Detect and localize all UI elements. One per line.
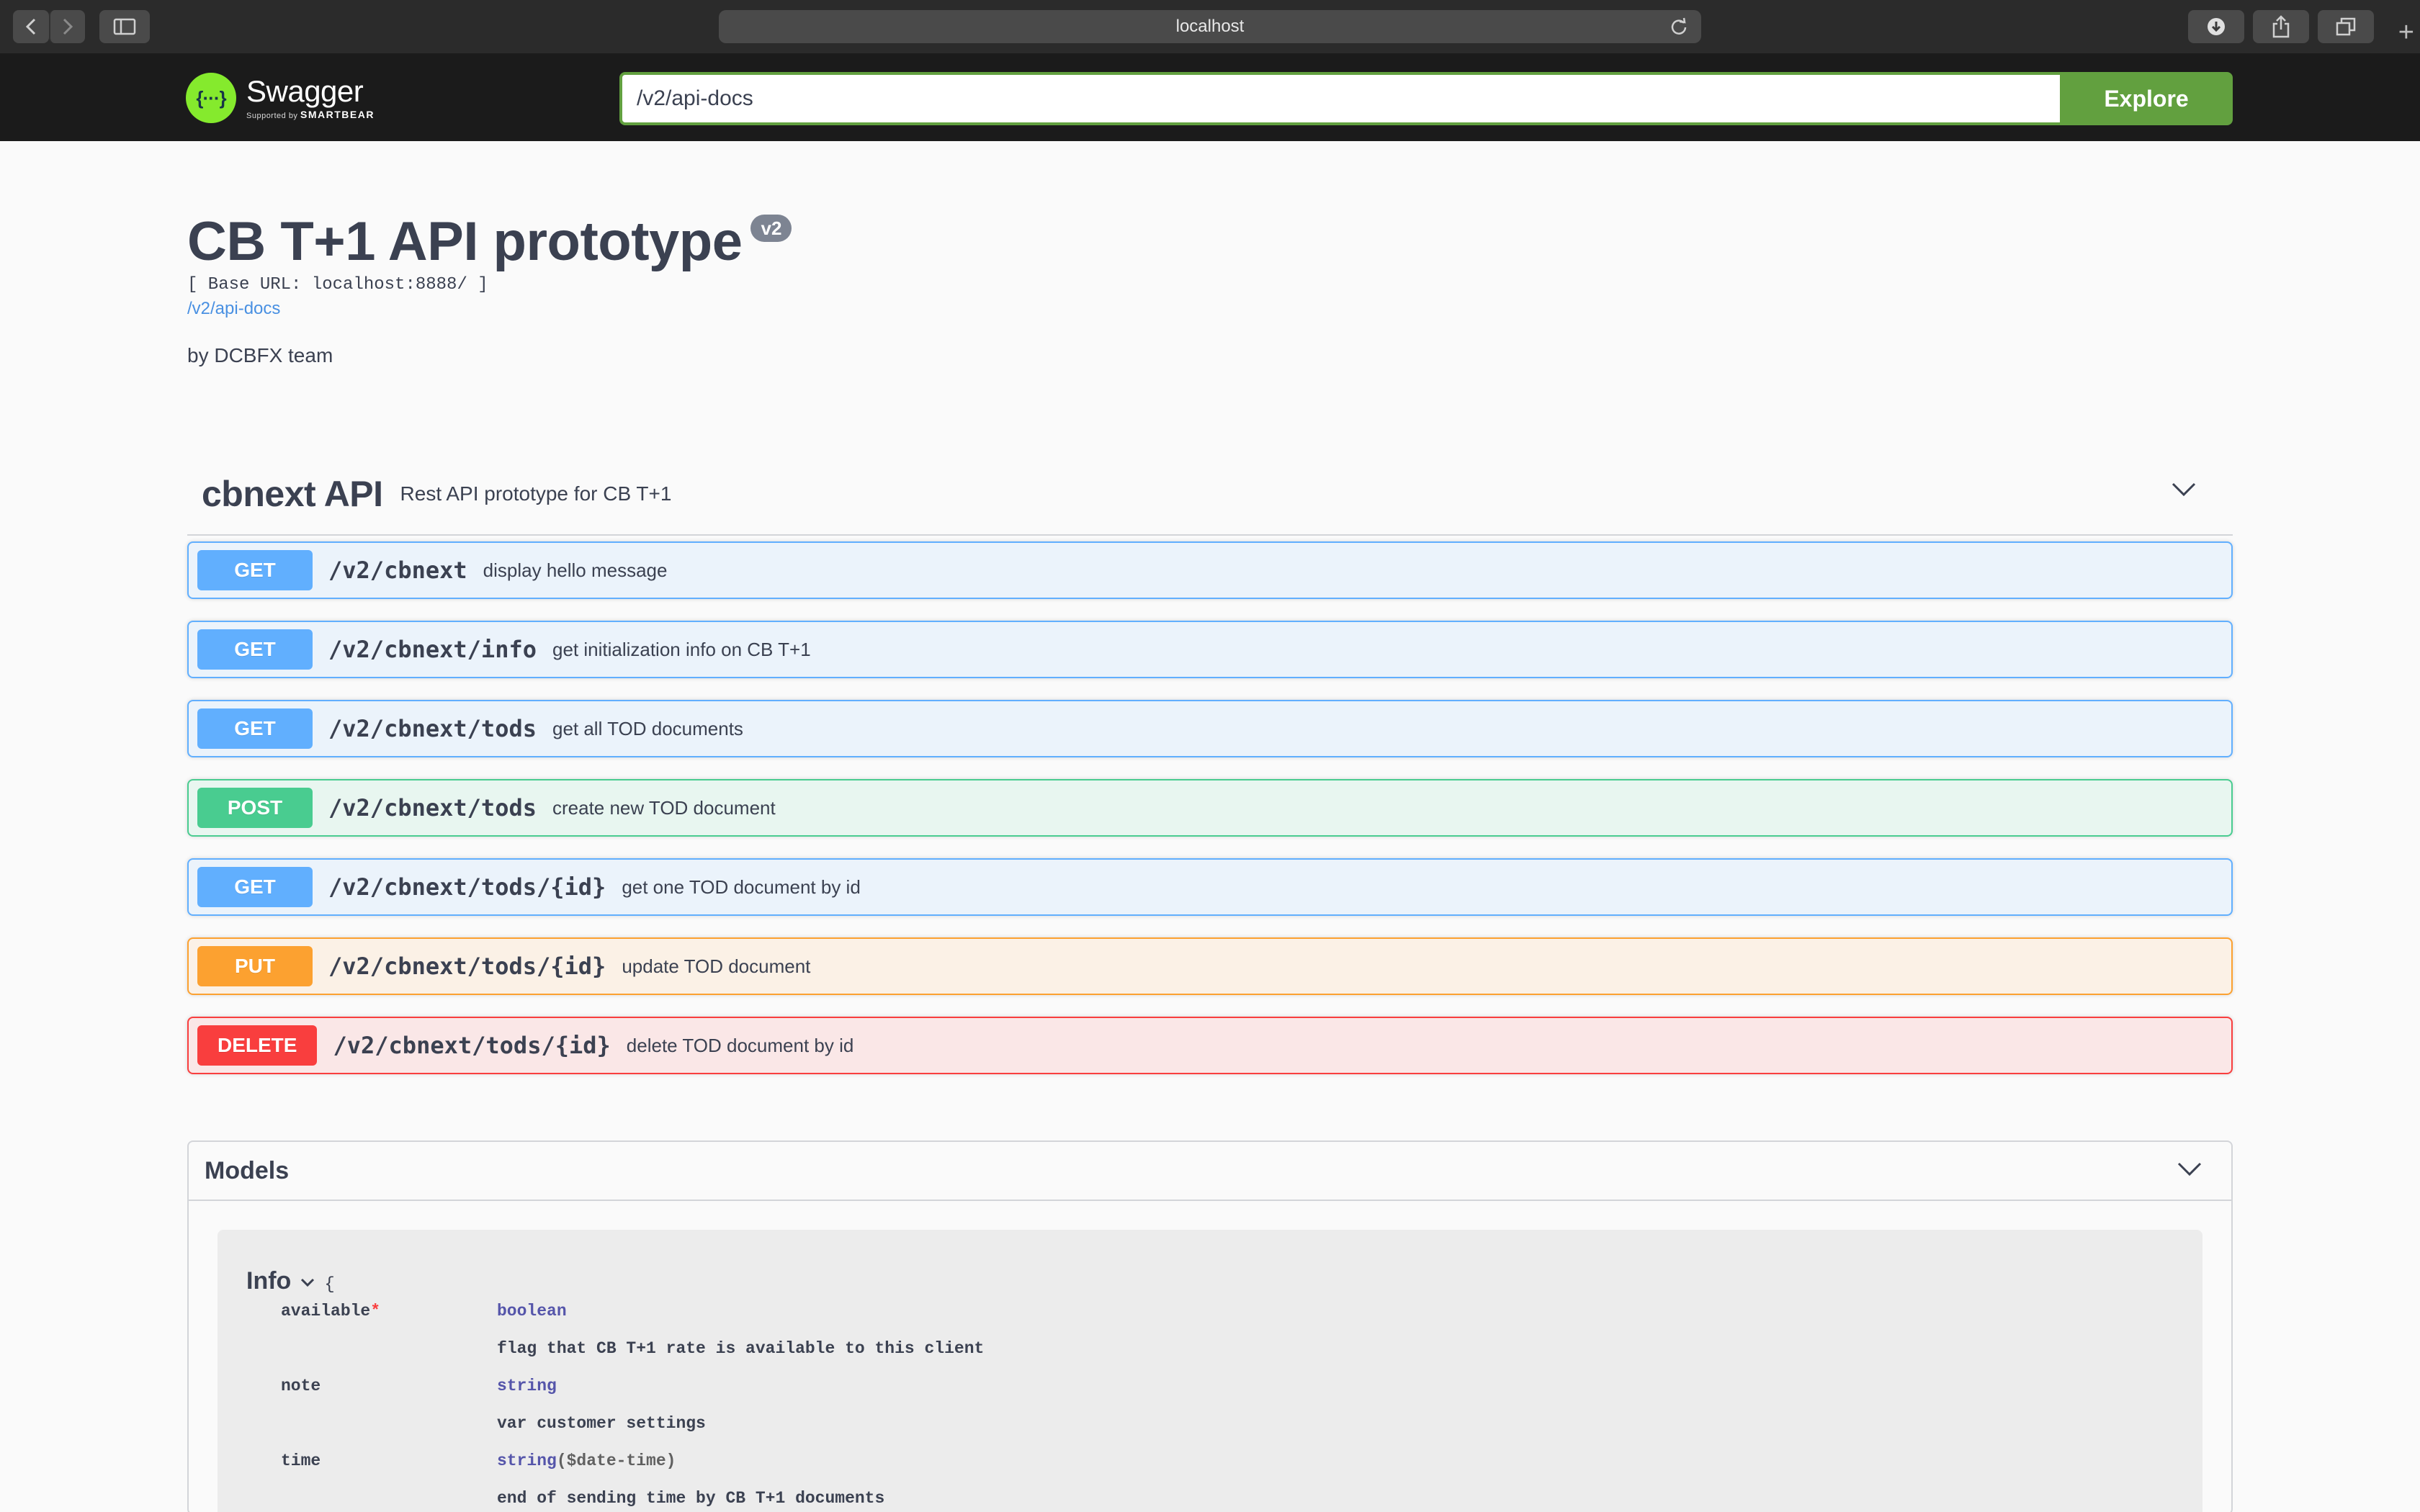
download-icon	[2208, 18, 2225, 35]
property-name-text: available	[281, 1302, 371, 1320]
chevron-down-icon[interactable]	[2177, 1161, 2202, 1178]
operation-get-info[interactable]: GET /v2/cbnext/info get initialization i…	[187, 621, 2233, 678]
property-type: string	[497, 1377, 557, 1395]
spec-url-input[interactable]: /v2/api-docs	[619, 72, 2060, 125]
address-bar[interactable]: localhost	[719, 10, 1701, 43]
version-badge: v2	[750, 215, 792, 242]
models-section: Models Info { available* boolean flag th…	[187, 1140, 2233, 1512]
title-row: CB T+1 API prototype v2	[187, 209, 2233, 275]
operation-summary: display hello message	[483, 559, 668, 581]
property-description: var customer settings	[497, 1414, 706, 1433]
open-brace: {	[324, 1275, 335, 1295]
property-description: flag that CB T+1 rate is available to th…	[497, 1339, 985, 1358]
tag-name: cbnext API	[202, 474, 383, 514]
logo-sub-prefix: Supported by	[246, 112, 298, 120]
operation-delete-tod[interactable]: DELETE /v2/cbnext/tods/{id} delete TOD d…	[187, 1017, 2233, 1074]
operation-path: /v2/cbnext/tods/{id}	[333, 1032, 611, 1059]
chevron-down-icon[interactable]	[2171, 481, 2197, 498]
method-badge: PUT	[197, 946, 313, 986]
property-name: time	[281, 1452, 321, 1470]
operation-path: /v2/cbnext/tods/{id}	[328, 953, 606, 980]
property-name: available*	[281, 1302, 380, 1320]
method-badge: DELETE	[197, 1025, 318, 1066]
property-type: string	[497, 1452, 557, 1470]
reload-icon[interactable]	[1670, 17, 1688, 36]
method-badge: POST	[197, 788, 313, 828]
operation-summary: delete TOD document by id	[626, 1034, 854, 1056]
required-marker: *	[370, 1302, 381, 1320]
operation-get-tod-by-id[interactable]: GET /v2/cbnext/tods/{id} get one TOD doc…	[187, 858, 2233, 916]
spec-url-form: /v2/api-docs Explore	[619, 72, 2233, 125]
tabs-overview-button[interactable]	[2318, 10, 2374, 43]
method-badge: GET	[197, 629, 313, 670]
operation-path: /v2/cbnext/tods/{id}	[328, 873, 606, 901]
model-container: Info { available* boolean flag that CB T…	[218, 1230, 2202, 1512]
chevron-right-icon	[63, 18, 73, 35]
operation-path: /v2/cbnext/tods	[328, 715, 537, 742]
model-title-row[interactable]: Info {	[246, 1267, 335, 1295]
spec-link[interactable]: /v2/api-docs	[187, 298, 2233, 320]
tag-description: Rest API prototype for CB T+1	[400, 482, 672, 505]
tag-section-header[interactable]: cbnext API Rest API prototype for CB T+1	[187, 454, 2233, 536]
operation-get-tods[interactable]: GET /v2/cbnext/tods get all TOD document…	[187, 700, 2233, 757]
operation-summary: get one TOD document by id	[622, 876, 861, 898]
downloads-button[interactable]	[2188, 10, 2244, 43]
operation-summary: get initialization info on CB T+1	[552, 638, 811, 660]
logo-title: Swagger	[246, 74, 364, 108]
operation-path: /v2/cbnext/info	[328, 636, 537, 663]
method-badge: GET	[197, 708, 313, 749]
property-type: boolean	[497, 1302, 567, 1320]
back-button[interactable]	[13, 10, 49, 43]
swagger-logo-icon: {···}	[186, 73, 236, 123]
method-badge: GET	[197, 550, 313, 590]
new-tab-icon[interactable]: +	[2398, 19, 2414, 46]
models-header[interactable]: Models	[189, 1142, 2231, 1201]
explore-button[interactable]: Explore	[2060, 72, 2233, 125]
tabs-icon	[2336, 17, 2356, 36]
swagger-topbar: {···} Swagger Supported by SMARTBEAR /v2…	[0, 55, 2420, 141]
property-format: ($date-time)	[556, 1452, 676, 1470]
sidebar-icon	[113, 18, 136, 35]
api-author: by DCBFX team	[187, 344, 333, 366]
share-button[interactable]	[2253, 10, 2309, 43]
logo-subtitle: Supported by SMARTBEAR	[246, 109, 375, 120]
swagger-logo-text: Swagger Supported by SMARTBEAR	[246, 74, 375, 121]
address-text: localhost	[1175, 17, 1245, 36]
swagger-logo[interactable]: {···} Swagger Supported by SMARTBEAR	[186, 68, 375, 128]
api-info: CB T+1 API prototype v2 [ Base URL: loca…	[187, 209, 2233, 367]
operation-get-cbnext[interactable]: GET /v2/cbnext display hello message	[187, 541, 2233, 599]
chevron-down-icon[interactable]	[300, 1277, 315, 1289]
property-type-group: string($date-time)	[497, 1452, 676, 1470]
operation-put-tod[interactable]: PUT /v2/cbnext/tods/{id} update TOD docu…	[187, 937, 2233, 995]
operation-summary: get all TOD documents	[552, 717, 743, 739]
operation-path: /v2/cbnext/tods	[328, 794, 537, 822]
operation-summary: update TOD document	[622, 955, 811, 977]
property-description: end of sending time by CB T+1 documents	[497, 1489, 885, 1508]
operation-post-tods[interactable]: POST /v2/cbnext/tods create new TOD docu…	[187, 779, 2233, 837]
sidebar-toggle-button[interactable]	[99, 10, 150, 43]
method-badge: GET	[197, 867, 313, 907]
models-title: Models	[205, 1156, 290, 1184]
forward-button[interactable]	[49, 10, 85, 43]
logo-sub-brand: SMARTBEAR	[300, 109, 375, 120]
base-url: [ Base URL: localhost:8888/ ]	[187, 275, 488, 294]
chevron-left-icon	[25, 18, 36, 35]
model-name: Info	[246, 1267, 292, 1295]
api-title: CB T+1 API prototype	[187, 211, 743, 272]
operation-summary: create new TOD document	[552, 796, 776, 819]
operation-path: /v2/cbnext	[328, 557, 467, 584]
property-name: note	[281, 1377, 321, 1395]
share-icon	[2272, 15, 2290, 38]
browser-toolbar: localhost +	[0, 0, 2420, 55]
